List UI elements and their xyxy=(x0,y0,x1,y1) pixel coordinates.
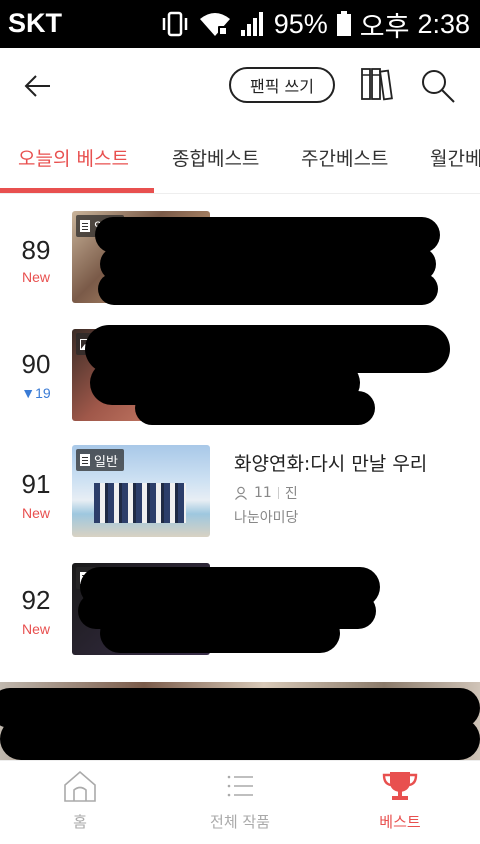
home-icon xyxy=(64,770,96,802)
author-name[interactable]: 나눈아미당 xyxy=(234,507,298,527)
list-item[interactable] xyxy=(0,682,480,760)
tab-overall-best[interactable]: 종합베스트 xyxy=(172,144,259,171)
back-arrow-icon[interactable] xyxy=(18,66,58,106)
redaction xyxy=(98,273,438,305)
list-item[interactable]: 89 New 일반 xyxy=(0,195,480,313)
rank-change: New xyxy=(21,269,50,285)
bottom-navigation: 홈 전체 작품 베스트 xyxy=(0,760,480,844)
signal-icon xyxy=(240,12,263,36)
redaction xyxy=(100,613,340,653)
redaction xyxy=(135,391,375,425)
carrier-label: SKT xyxy=(8,8,62,38)
status-icons: 95% 오후 2:38 xyxy=(160,6,470,42)
nav-home-label: 홈 xyxy=(73,813,87,831)
person-icon xyxy=(235,486,247,500)
write-fanfic-button[interactable]: 팬픽 쓰기 xyxy=(229,67,335,103)
tab-monthly-best[interactable]: 월간베 xyxy=(430,144,480,171)
view-count: 11 xyxy=(254,485,272,501)
rank-number: 89 xyxy=(21,235,51,265)
clock: 2:38 xyxy=(417,8,470,39)
wifi-icon xyxy=(199,13,230,36)
nav-best[interactable]: 베스트 xyxy=(320,769,480,832)
tab-weekly-best[interactable]: 주간베스트 xyxy=(301,144,388,171)
work-title[interactable]: 화양연화:다시 만날 우리 xyxy=(234,449,427,476)
nav-best-label: 베스트 xyxy=(379,813,421,831)
battery-icon xyxy=(336,11,351,36)
rank-number: 91 xyxy=(21,469,51,499)
list-item[interactable]: 90 ▼19 비공 xyxy=(0,313,480,431)
search-icon[interactable] xyxy=(418,66,458,106)
nav-all-works[interactable]: 전체 작품 xyxy=(160,769,320,832)
document-icon xyxy=(80,454,90,466)
thumbnail: 일반 xyxy=(72,445,210,537)
library-icon[interactable] xyxy=(360,66,396,102)
tab-today-best[interactable]: 오늘의 베스트 xyxy=(18,144,129,171)
rank-change: New xyxy=(21,621,50,637)
redaction xyxy=(0,718,480,760)
battery-percent: 95% xyxy=(273,8,328,39)
rank-number: 92 xyxy=(21,585,51,615)
status-bar: SKT 95% 오후 2:38 xyxy=(0,0,480,48)
badge-label: 일반 xyxy=(94,454,118,470)
rank-change: New xyxy=(21,505,50,521)
rank-number: 90 xyxy=(21,349,51,379)
app-bar: 팬픽 쓰기 xyxy=(0,48,480,126)
nav-all-works-label: 전체 작품 xyxy=(210,813,270,831)
trophy-icon xyxy=(382,772,418,800)
list-item[interactable]: 92 New 일반 xyxy=(0,549,480,667)
category-badge: 일반 xyxy=(76,449,124,471)
active-tab-indicator xyxy=(0,188,154,193)
list-icon xyxy=(227,775,253,797)
meta-divider xyxy=(277,487,279,499)
group-photo xyxy=(94,483,186,523)
work-meta: 11 진 xyxy=(234,483,298,503)
document-icon xyxy=(80,220,90,232)
ranking-tabs: 오늘의 베스트 종합베스트 주간베스트 월간베 xyxy=(0,126,480,194)
rank-change: ▼19 xyxy=(21,385,51,401)
nav-home[interactable]: 홈 xyxy=(0,769,160,832)
ampm-label: 오후 xyxy=(359,11,410,42)
list-item[interactable]: 91 New 일반 화양연화:다시 만날 우리 11 진 나눈아미당 xyxy=(0,431,480,549)
vibrate-icon xyxy=(162,11,187,37)
genre-label: 진 xyxy=(284,486,298,502)
